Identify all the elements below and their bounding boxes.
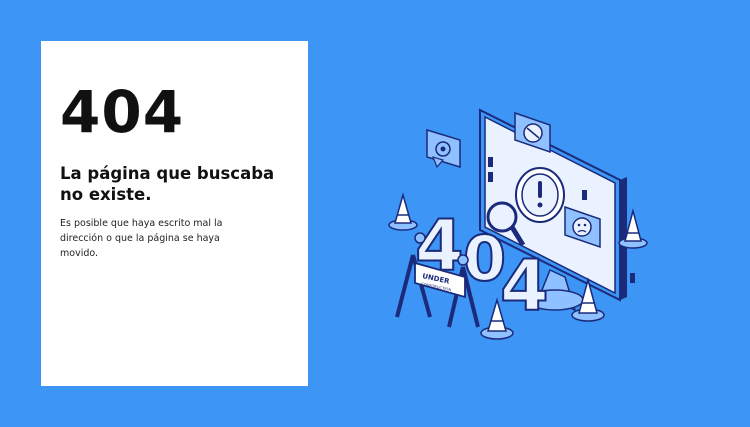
error-title: La página que buscaba no existe. xyxy=(60,164,275,204)
cone-icon xyxy=(388,192,418,231)
warning-icon xyxy=(515,167,565,223)
error-card: 404 La página que buscaba no existe. Es … xyxy=(41,41,308,386)
404-construction-illustration: 4 0 4 UNDER CONSTRUCTION xyxy=(388,108,648,340)
error-description: Es posible que haya escrito mal la direc… xyxy=(60,218,223,259)
error-code: 404 xyxy=(60,78,185,146)
gear-bubble-icon xyxy=(426,128,461,169)
digit-4-right: 4 xyxy=(500,245,549,327)
